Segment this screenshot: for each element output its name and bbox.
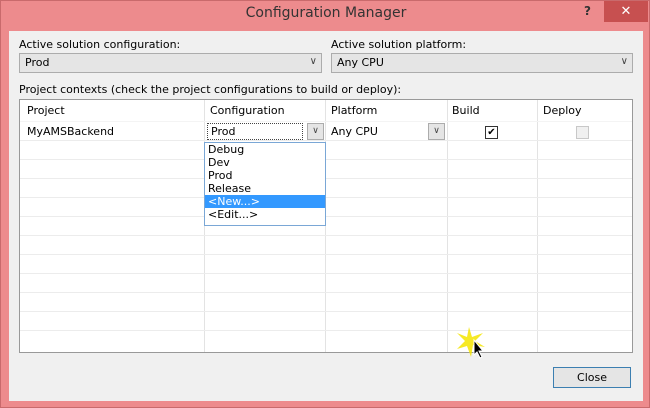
- project-contexts-grid: Project Configuration Platform Build Dep…: [19, 99, 633, 353]
- header-deploy: Deploy: [543, 104, 582, 117]
- option-prod[interactable]: Prod: [205, 169, 325, 182]
- active-platform-value: Any CPU: [337, 56, 384, 69]
- option-debug[interactable]: Debug: [205, 143, 325, 156]
- chevron-down-icon: ∨: [620, 56, 628, 67]
- close-button[interactable]: Close: [553, 367, 631, 388]
- window-title: Configuration Manager: [245, 5, 407, 21]
- project-name: MyAMSBackend: [27, 125, 115, 138]
- option-dev[interactable]: Dev: [205, 156, 325, 169]
- deploy-checkbox[interactable]: [576, 126, 589, 139]
- header-configuration: Configuration: [210, 104, 285, 117]
- option-edit[interactable]: <Edit...>: [205, 208, 325, 221]
- active-config-select[interactable]: Prod ∨: [19, 53, 322, 73]
- active-platform-label: Active solution platform:: [331, 38, 467, 51]
- active-config-label: Active solution configuration:: [19, 38, 181, 51]
- option-release[interactable]: Release: [205, 182, 325, 195]
- header-build: Build: [452, 104, 480, 117]
- platform-dropdown-button[interactable]: ∨: [428, 123, 445, 140]
- header-project: Project: [27, 104, 65, 117]
- active-platform-select[interactable]: Any CPU ∨: [331, 53, 633, 73]
- close-window-button[interactable]: ✕: [604, 1, 648, 22]
- project-platform-value[interactable]: Any CPU: [331, 125, 378, 138]
- project-contexts-label: Project contexts (check the project conf…: [19, 83, 402, 96]
- help-button[interactable]: ?: [584, 4, 591, 18]
- option-new[interactable]: <New...>: [205, 195, 325, 208]
- config-dropdown-list: Debug Dev Prod Release <New...> <Edit...…: [204, 142, 326, 226]
- build-checkbox[interactable]: ✔: [485, 126, 498, 139]
- dialog-body: Active solution configuration: Prod ∨ Act…: [9, 31, 643, 401]
- chevron-down-icon: ∨: [309, 56, 317, 67]
- config-dropdown-button[interactable]: ∨: [307, 123, 324, 140]
- active-config-value: Prod: [25, 56, 50, 69]
- project-config-select[interactable]: Prod: [207, 123, 303, 140]
- configuration-manager-window: Configuration Manager ? ✕ Active solutio…: [0, 0, 650, 408]
- cursor-highlight-icon: [457, 327, 485, 359]
- header-platform: Platform: [331, 104, 378, 117]
